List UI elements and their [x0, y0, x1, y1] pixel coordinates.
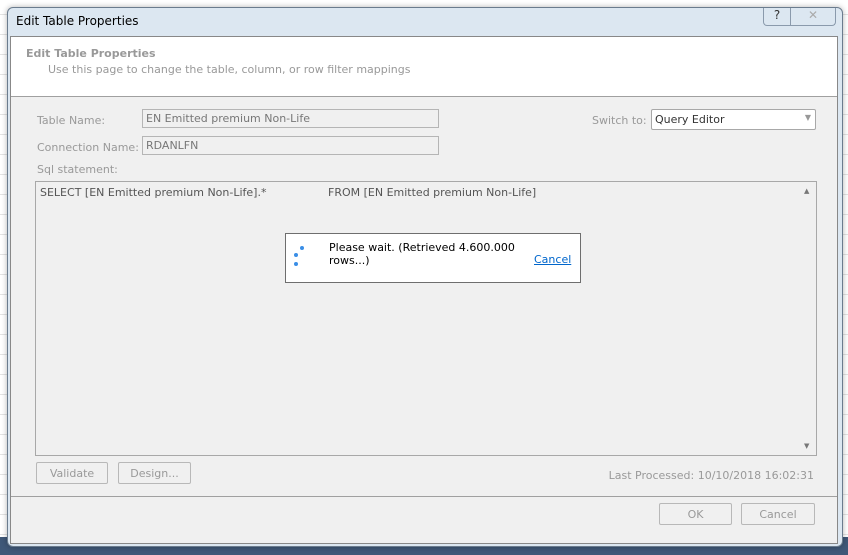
switch-to-value: Query Editor [655, 113, 725, 126]
close-button[interactable]: ✕ [790, 8, 835, 25]
progress-popup: Please wait. (Retrieved 4.600.000 rows..… [285, 233, 581, 283]
scrollbar[interactable]: ▲ ▼ [800, 182, 816, 455]
page-header: Edit Table Properties Use this page to c… [11, 37, 837, 97]
table-name-label: Table Name: [37, 114, 106, 127]
design-button[interactable]: Design... [118, 462, 191, 484]
connection-name-field[interactable]: RDANLFN [142, 136, 439, 155]
sql-from-text: FROM [EN Emitted premium Non-Life] [328, 186, 537, 199]
ok-button[interactable]: OK [659, 503, 732, 525]
cancel-button[interactable]: Cancel [741, 503, 815, 525]
connection-name-label: Connection Name: [37, 141, 139, 154]
sql-editor[interactable]: SELECT [EN Emitted premium Non-Life].* F… [35, 181, 817, 456]
dialog-window: Edit Table Properties ? ✕ Edit Table Pro… [7, 7, 843, 547]
table-name-field[interactable]: EN Emitted premium Non-Life [142, 109, 439, 128]
progress-message: Please wait. (Retrieved 4.600.000 rows..… [329, 241, 515, 267]
last-processed: Last Processed: 10/10/2018 16:02:31 [608, 469, 814, 482]
page-subtitle: Use this page to change the table, colum… [48, 63, 411, 76]
window-title: Edit Table Properties [16, 14, 139, 28]
scroll-down-icon[interactable]: ▼ [804, 442, 809, 450]
sql-select-text: SELECT [EN Emitted premium Non-Life].* [40, 186, 267, 199]
cancel-link[interactable]: Cancel [534, 253, 571, 266]
scroll-up-icon[interactable]: ▲ [804, 187, 809, 195]
switch-to-select[interactable]: Query Editor ▼ [651, 109, 816, 130]
switch-to-label: Switch to: [592, 114, 647, 127]
chevron-down-icon: ▼ [804, 113, 811, 122]
validate-button[interactable]: Validate [36, 462, 108, 484]
divider [11, 496, 837, 497]
page-title: Edit Table Properties [26, 47, 156, 60]
help-button[interactable]: ? [764, 8, 790, 25]
sql-statement-label: Sql statement: [37, 163, 118, 176]
